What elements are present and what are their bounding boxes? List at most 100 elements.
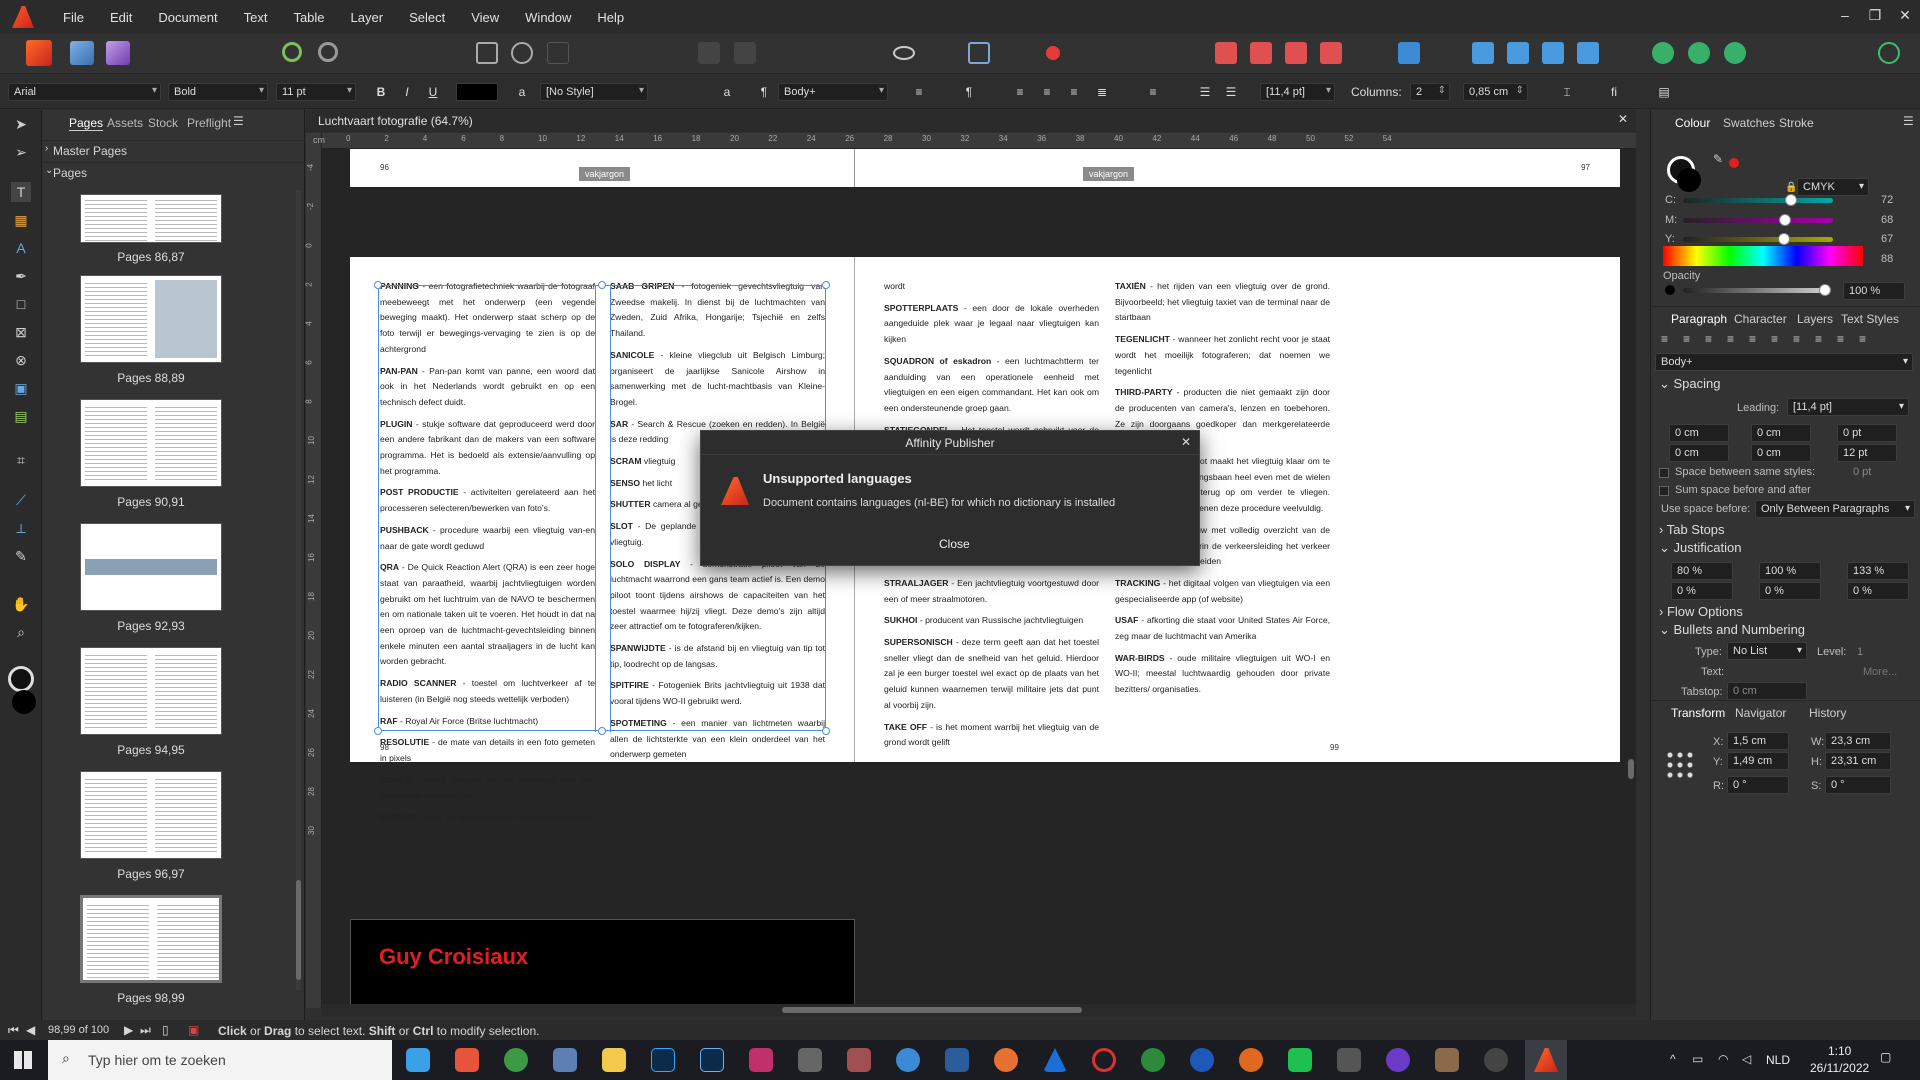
app-icon[interactable] (896, 1048, 920, 1072)
pin-icon[interactable] (734, 42, 756, 64)
restore-button[interactable]: ❐ (1860, 0, 1890, 30)
tab-paragraph[interactable]: Paragraph (1671, 312, 1727, 326)
arrange-icon[interactable] (1285, 42, 1307, 64)
cmyk-value[interactable]: 88 (1881, 253, 1893, 265)
paragraph-style-select[interactable]: Body+ ▾ (778, 83, 888, 101)
tray-wifi-icon[interactable]: ◠ (1718, 1052, 1728, 1066)
color-well-fill-icon[interactable] (12, 690, 36, 714)
menu-view[interactable]: View (458, 10, 512, 25)
artistic-text-tool-icon[interactable]: A (11, 238, 31, 258)
document-icon[interactable]: ▯ (162, 1023, 169, 1037)
hue-spectrum[interactable] (1663, 246, 1863, 266)
app-icon[interactable] (1092, 1048, 1116, 1072)
glossary-entry[interactable]: wordt (884, 279, 1099, 295)
user-icon[interactable] (1878, 42, 1900, 64)
paragraph-align-icon[interactable]: ≡ (1705, 332, 1712, 346)
cmyk-slider[interactable] (1683, 237, 1833, 242)
tab-layers[interactable]: Layers (1797, 312, 1833, 326)
paragraph-align-icon[interactable]: ≡ (1771, 332, 1778, 346)
underline-button[interactable]: U (424, 83, 442, 101)
sum-space-checkbox[interactable] (1659, 486, 1669, 496)
lightroom-icon[interactable] (700, 1048, 724, 1072)
tab-colour[interactable]: Colour (1675, 116, 1710, 130)
taskview-icon[interactable] (406, 1048, 430, 1072)
paragraph-align-icon[interactable]: ≡ (1793, 332, 1800, 346)
minimize-button[interactable]: – (1830, 0, 1860, 30)
app-icon[interactable] (1141, 1048, 1165, 1072)
app-icon[interactable] (749, 1048, 773, 1072)
app-icon[interactable] (994, 1048, 1018, 1072)
last-page-icon[interactable]: ⏭ (140, 1023, 151, 1038)
cmyk-value[interactable]: 68 (1881, 214, 1893, 226)
glossary-entry[interactable]: WAR-BIRDS - oude militaire vliegtuigen u… (1115, 651, 1330, 698)
pages-scrollbar[interactable] (296, 190, 301, 990)
arrange-icon[interactable] (1215, 42, 1237, 64)
bullets-section[interactable]: ⌄ Bullets and Numbering (1659, 622, 1805, 638)
photo-persona-icon[interactable] (106, 41, 130, 65)
app-icon[interactable] (1435, 1048, 1459, 1072)
rectangle-tool-icon[interactable]: □ (11, 294, 31, 314)
next-page-icon[interactable]: ▶ (124, 1023, 133, 1037)
tab-preflight[interactable]: Preflight (187, 116, 231, 130)
font-family-select[interactable]: Arial ▾ (8, 83, 161, 101)
menu-edit[interactable]: Edit (97, 10, 145, 25)
h-field[interactable]: 23,31 cm (1825, 752, 1891, 770)
pages-section[interactable]: ⌄ Pages (43, 162, 305, 182)
tab-stock[interactable]: Stock (148, 116, 178, 130)
selection-handle[interactable] (374, 281, 382, 289)
color-picker-tool-icon[interactable]: ✎ (11, 546, 31, 566)
master-pages-section[interactable]: › Master Pages (43, 140, 305, 160)
align-left-icon[interactable]: ≡ (1011, 83, 1029, 101)
numbering-icon[interactable]: ☰ (1222, 83, 1240, 101)
glossary-entry[interactable]: USAF - afkorting die staat voor United S… (1115, 613, 1330, 644)
page-thumbnail[interactable] (80, 399, 222, 487)
menu-table[interactable]: Table (280, 10, 337, 25)
next-page-preview[interactable]: Guy Croisiaux (350, 919, 855, 1004)
paragraph-align-icon[interactable]: ≡ (1661, 332, 1668, 346)
page-thumbnail[interactable] (80, 194, 222, 243)
text-color-swatch[interactable] (456, 83, 498, 101)
page-thumbnail[interactable] (80, 771, 222, 859)
align-right-icon[interactable]: ≡ (1065, 83, 1083, 101)
fill-well-icon[interactable] (1677, 168, 1701, 192)
columns-stepper[interactable]: 2 ⇕ (1410, 83, 1450, 101)
paragraph-style-select[interactable]: Body+ ▾ (1655, 353, 1913, 371)
glossary-entry[interactable]: STRAALJAGER - Een jachtvliegtuig voortge… (884, 576, 1099, 607)
designer-persona-icon[interactable] (70, 41, 94, 65)
notifications-icon[interactable]: ▢ (1880, 1050, 1891, 1064)
taskbar-search[interactable]: ⌕ Typ hier om te zoeken (48, 1040, 392, 1080)
close-window-button[interactable]: ✕ (1890, 0, 1920, 30)
tab-swatches[interactable]: Swatches (1723, 116, 1775, 130)
bullets-icon[interactable]: ☰ (1196, 83, 1214, 101)
page-thumbnail[interactable] (80, 275, 222, 363)
preview-icon[interactable] (893, 46, 915, 60)
shear-field[interactable]: 0 ° (1825, 776, 1891, 794)
space-same-checkbox[interactable] (1659, 468, 1669, 478)
spacing-section[interactable]: ⌄ Spacing (1659, 376, 1721, 392)
tab-transform[interactable]: Transform (1671, 706, 1725, 720)
lock-icon[interactable]: 🔒 (1785, 182, 1797, 193)
dialog-close-button[interactable]: Close (929, 535, 980, 553)
text-style-icon[interactable]: a (513, 83, 531, 101)
crop-tool-icon[interactable]: ⌗ (11, 450, 31, 470)
clock-time[interactable]: 1:10 (1828, 1044, 1851, 1058)
first-page-icon[interactable]: ⏮ (8, 1023, 19, 1038)
desired-letter-spacing[interactable]: 0 % (1759, 582, 1821, 600)
menu-file[interactable]: File (50, 10, 97, 25)
boolean-icon[interactable] (1652, 42, 1674, 64)
space-before-field[interactable]: 0 pt (1837, 424, 1897, 442)
table-tool-icon[interactable]: ▦ (11, 210, 31, 230)
ellipse-frame-tool-icon[interactable]: ⊗ (11, 350, 31, 370)
opacity-field[interactable]: 100 % (1843, 282, 1905, 300)
expand-arrow-icon[interactable]: › (45, 143, 48, 154)
prev-page-icon[interactable]: ◀ (26, 1023, 35, 1037)
menu-select[interactable]: Select (396, 10, 458, 25)
glossary-entry[interactable]: SQUADRON of eskadron - een luchtmachtter… (884, 354, 1099, 417)
tray-network-icon[interactable]: ▭ (1692, 1052, 1703, 1066)
paragraph-align-icon[interactable]: ≡ (1837, 332, 1844, 346)
rotation-field[interactable]: 0 ° (1727, 776, 1789, 794)
frame-text-tool-icon[interactable]: T (11, 182, 31, 202)
zoom-tool-icon[interactable]: ⌕ (11, 622, 31, 642)
photoshop-icon[interactable] (651, 1048, 675, 1072)
max-word-spacing[interactable]: 133 % (1847, 562, 1909, 580)
